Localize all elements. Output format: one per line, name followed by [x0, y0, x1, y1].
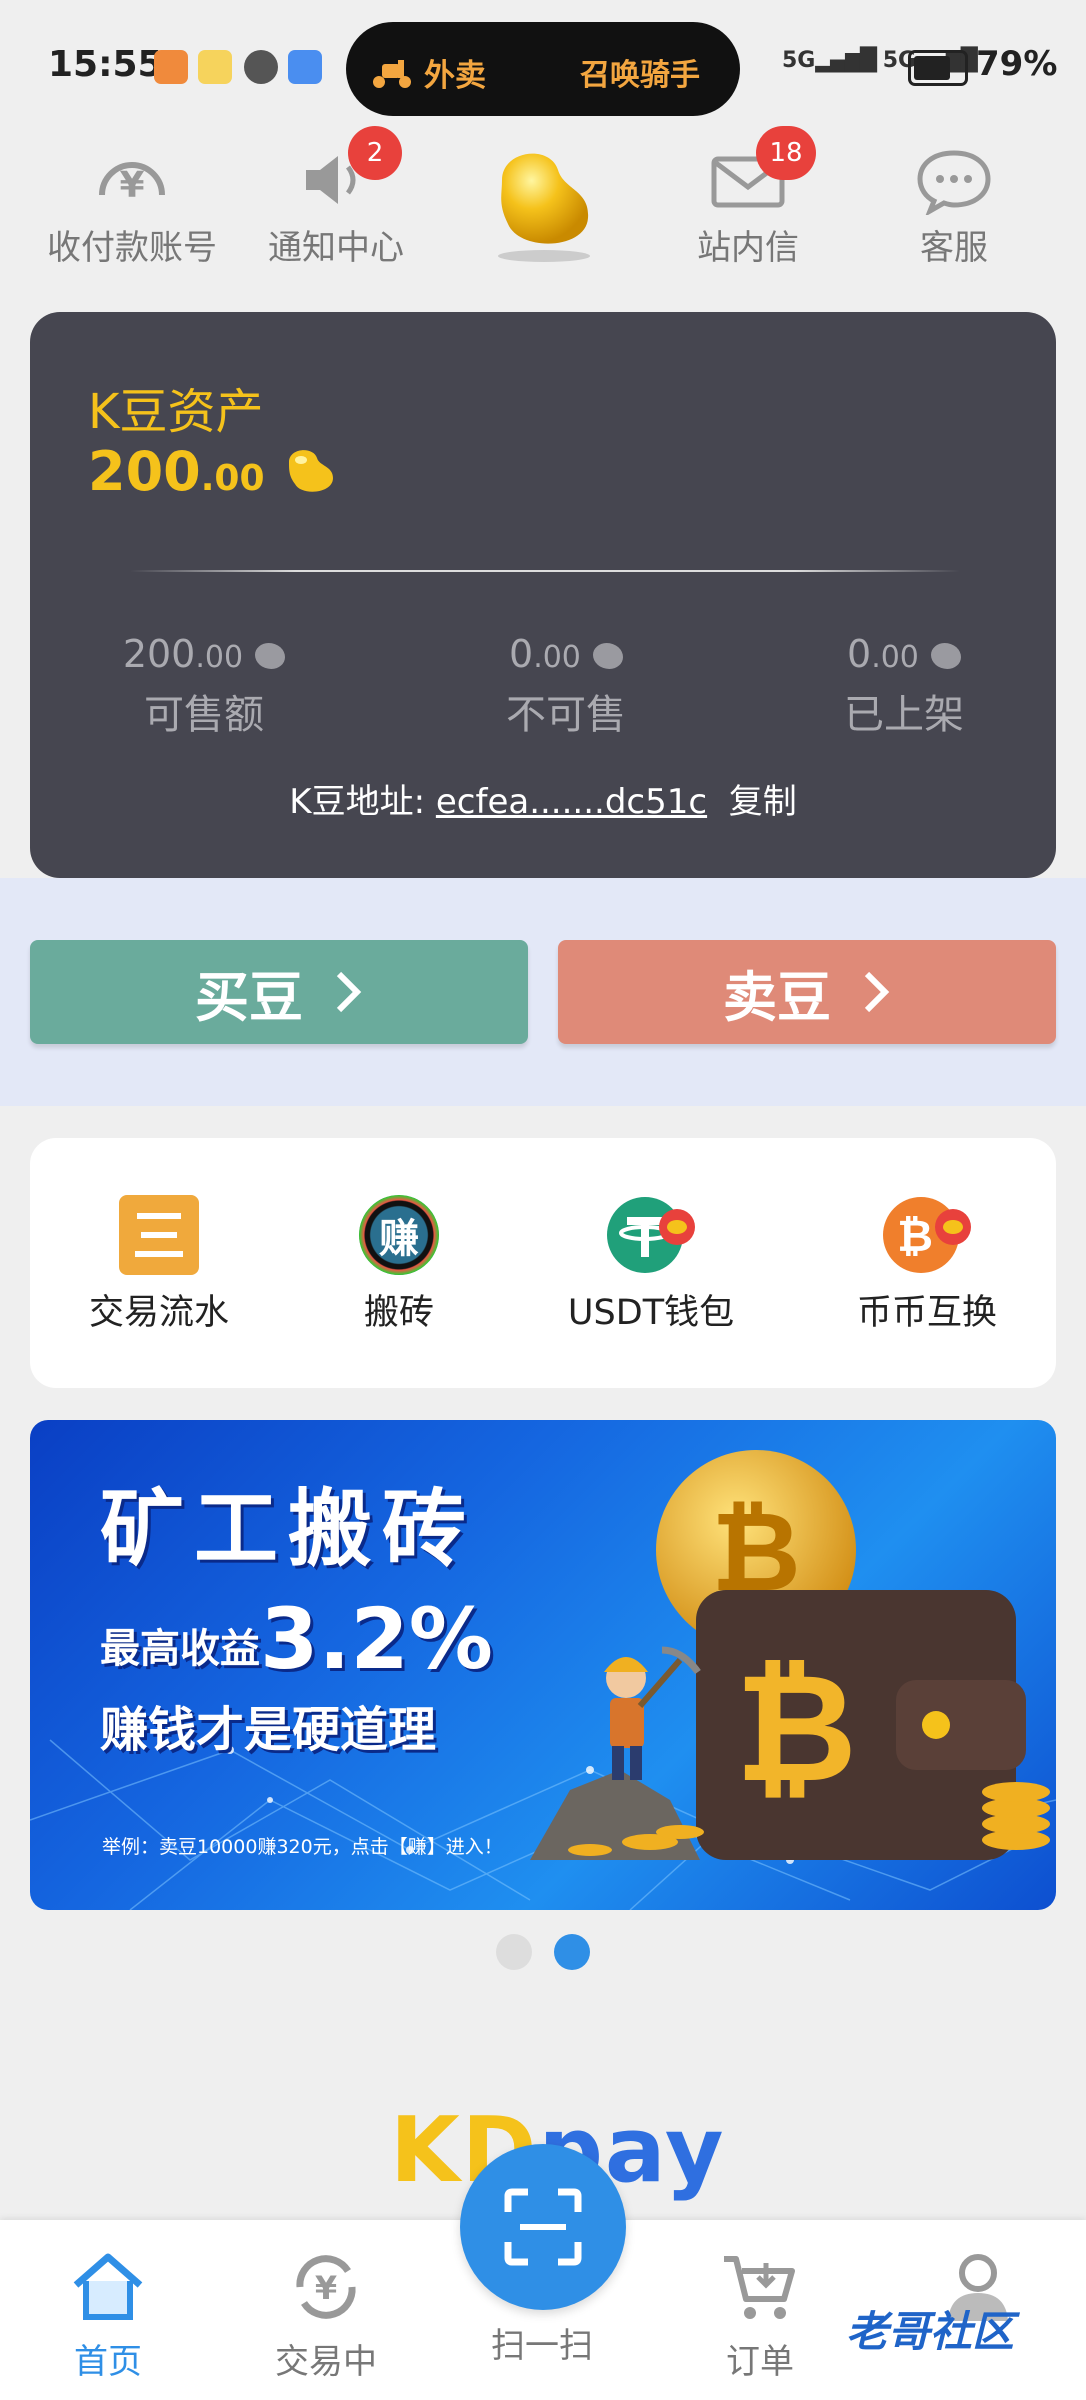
- wechat-icon: [244, 50, 278, 84]
- sell-button[interactable]: 卖豆: [558, 940, 1056, 1044]
- quick-coin-swap[interactable]: ₿ 币币互换: [812, 1190, 1042, 1335]
- address-label: K豆地址:: [289, 782, 426, 822]
- banner-yield-value: 3.2%: [260, 1590, 493, 1688]
- quick-label: 币币互换: [856, 1293, 997, 1333]
- gold-bean-icon: [289, 450, 334, 492]
- stat-value: 200: [122, 632, 196, 676]
- tab-trading[interactable]: ¥ 交易中: [236, 2246, 416, 2383]
- nav-label: 通知中心: [268, 228, 404, 268]
- buy-label: 买豆: [195, 965, 303, 1029]
- carousel-dot-active[interactable]: [554, 1934, 590, 1970]
- quick-usdt-wallet[interactable]: USDT钱包: [536, 1190, 766, 1335]
- grey-bean-icon: [931, 643, 961, 669]
- tab-label: 扫一扫: [491, 2326, 593, 2366]
- usdt-icon: [607, 1197, 695, 1273]
- tab-orders[interactable]: 订单: [670, 2246, 850, 2383]
- earn-icon: 赚: [359, 1195, 439, 1275]
- quick-label: USDT钱包: [567, 1293, 735, 1333]
- banner-yield-prefix: 最高收益: [100, 1626, 260, 1672]
- bean-address: K豆地址: ecfea.......dc51c 复制: [0, 774, 1086, 823]
- chevron-right-icon: [336, 971, 362, 1013]
- bitcoin-swap-icon: ₿: [883, 1197, 971, 1273]
- battery-percent: 79%: [976, 44, 1058, 84]
- stat-label: 不可售: [506, 692, 626, 738]
- asset-amount-int: 200: [88, 440, 201, 503]
- yen-refresh-icon: ¥: [296, 2255, 356, 2319]
- stat-label: 可售额: [144, 692, 264, 738]
- cart-icon: [724, 2256, 795, 2319]
- grey-bean-icon: [255, 643, 286, 669]
- tab-scan-label-wrap[interactable]: 扫一扫: [452, 2318, 632, 2367]
- miner-illustration: [530, 1646, 704, 1860]
- stat-decimal: .00: [195, 640, 244, 675]
- quick-label: 交易流水: [88, 1293, 229, 1333]
- tab-label: 首页: [74, 2342, 142, 2382]
- svg-text:¥: ¥: [119, 165, 144, 206]
- banner-title: 矿工搬砖: [100, 1480, 477, 1578]
- watermark: 老哥社区: [846, 2307, 1015, 2356]
- asset-title: K豆资产: [88, 384, 264, 440]
- stat-decimal: .00: [871, 640, 919, 675]
- svg-text:¥: ¥: [315, 2269, 337, 2307]
- buy-button[interactable]: 买豆: [30, 940, 528, 1044]
- chevron-right-icon: [864, 971, 890, 1013]
- banner-slogan: 赚钱才是硬道理: [100, 1702, 437, 1758]
- asset-amount: 200.00: [88, 440, 339, 503]
- divider: [130, 570, 960, 572]
- nav-customer-service[interactable]: 客服: [864, 140, 1044, 269]
- inbox-badge: 18: [756, 126, 816, 180]
- delivery-activity[interactable]: 外卖: [370, 50, 486, 95]
- carousel-dot[interactable]: [496, 1934, 532, 1970]
- ledger-icon: [119, 1195, 199, 1275]
- notification-badge: 2: [348, 126, 402, 180]
- stat-listed: 0.00 已上架: [794, 632, 1014, 740]
- scooter-icon: [373, 59, 411, 88]
- stat-available: 200.00 可售额: [94, 632, 314, 740]
- svg-text:₿: ₿: [735, 1642, 857, 1816]
- scan-button[interactable]: [460, 2144, 626, 2310]
- nav-label: 客服: [920, 228, 988, 268]
- scan-icon: [504, 2188, 582, 2266]
- nav-label: 站内信: [697, 228, 799, 268]
- tab-home[interactable]: 首页: [18, 2246, 198, 2383]
- sell-label: 卖豆: [723, 965, 831, 1029]
- banner-footnote: 举例：卖豆10000赚320元，点击【赚】进入！: [102, 1836, 503, 1858]
- stat-value: 0: [847, 632, 872, 676]
- tab-label: 交易中: [275, 2342, 377, 2382]
- home-icon: [73, 2253, 143, 2320]
- stat-value: 0: [509, 632, 534, 676]
- svg-text:₿: ₿: [897, 1211, 933, 1262]
- battery-level: [914, 56, 950, 80]
- tab-label: 订单: [726, 2342, 794, 2382]
- pill-right-label[interactable]: 召唤骑手: [580, 50, 700, 94]
- pill-left-label: 外卖: [424, 58, 486, 94]
- copy-button[interactable]: 复制: [729, 782, 797, 822]
- nav-label: 收付款账号: [47, 228, 217, 268]
- asset-amount-dec: .00: [200, 458, 265, 499]
- quick-label: 搬砖: [363, 1293, 434, 1333]
- grey-bean-icon: [593, 643, 623, 669]
- app-notification-icon: [154, 50, 188, 84]
- gold-bean-logo[interactable]: [480, 140, 608, 268]
- stat-decimal: .00: [533, 640, 581, 675]
- quick-ledger[interactable]: 交易流水: [44, 1190, 274, 1335]
- nav-payment-account[interactable]: ¥ 收付款账号: [42, 140, 222, 269]
- clock: 15:55: [48, 44, 163, 85]
- quick-earn[interactable]: 赚 搬砖: [284, 1190, 514, 1335]
- chat-icon: [917, 150, 991, 215]
- yen-icon: ¥: [99, 162, 165, 206]
- gold-bean-icon: [498, 153, 590, 262]
- banner-yield-line: 最高收益3.2%: [100, 1590, 493, 1688]
- address-value[interactable]: ecfea.......dc51c: [436, 782, 707, 822]
- stat-label: 已上架: [844, 692, 964, 738]
- bean-notification-icon: [198, 50, 232, 84]
- signal-1-label: 5G: [782, 48, 816, 73]
- promo-banner[interactable]: 矿工搬砖 最高收益3.2% 赚钱才是硬道理 举例：卖豆10000赚320元，点击…: [30, 1420, 1056, 1910]
- stat-unavailable: 0.00 不可售: [456, 632, 676, 740]
- browser-icon: [288, 50, 322, 84]
